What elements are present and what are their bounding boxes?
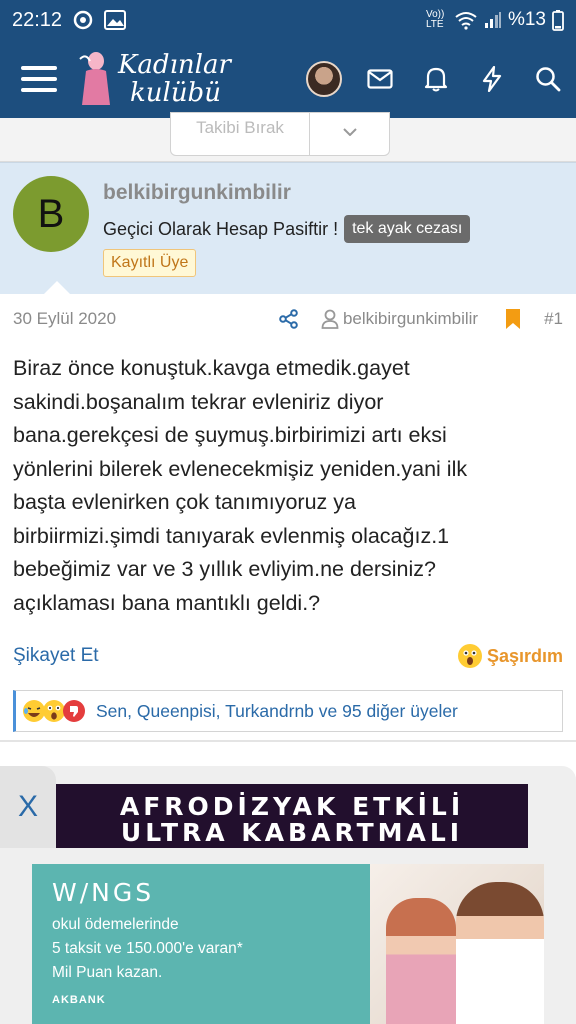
react-label: Şaşırdım xyxy=(486,645,563,666)
post-number[interactable]: #1 xyxy=(544,309,563,329)
ad-line-2: 5 taksit ve 150.000'e varan* xyxy=(52,940,243,957)
wifi-icon xyxy=(454,10,478,30)
network-label: Vo)) LTE xyxy=(425,9,445,30)
battery-icon xyxy=(552,9,564,31)
ad-banner-top[interactable]: AFRODİZYAK ETKİLİ ULTRA KABARTMALI xyxy=(56,784,528,850)
ad-banner-line1: AFRODİZYAK ETKİLİ xyxy=(119,792,465,821)
surprised-emoji-icon xyxy=(457,644,482,668)
post-actions: Şikayet Et Şaşırdım xyxy=(0,636,576,676)
ad-line-3: Mil Puan kazan. xyxy=(52,964,163,981)
avatar-initial: B xyxy=(37,191,65,236)
ad-bank: AKBANK xyxy=(52,994,106,1006)
post-line: açıklaması bana mantıklı geldi.? xyxy=(13,590,321,615)
signal-icon xyxy=(484,11,502,29)
whats-new-button[interactable] xyxy=(464,40,520,118)
user-card: B belkibirgunkimbilir Geçici Olarak Hesa… xyxy=(0,162,576,295)
meta-author[interactable]: belkibirgunkimbilir xyxy=(321,309,478,329)
user-icon xyxy=(321,309,339,329)
reactions-text[interactable]: Sen, Queenpisi, Turkandrnb ve 95 diğer ü… xyxy=(96,701,458,722)
report-link[interactable]: Şikayet Et xyxy=(13,645,99,667)
mail-icon xyxy=(367,69,393,89)
thumbs-down-icon xyxy=(63,700,85,722)
bookmark-button[interactable] xyxy=(506,309,521,329)
post-body: Biraz önce konuştuk.kavga etmedik.gayet … xyxy=(13,352,563,620)
post-line: birbiirmizi.şimdi tanıyarak evlenmiş ola… xyxy=(13,523,450,548)
site-logo[interactable]: Kadınlar kulübü xyxy=(78,40,231,118)
logo-line1: Kadınlar xyxy=(118,50,231,80)
post-divider xyxy=(0,740,576,742)
status-time: 22:12 xyxy=(12,8,63,31)
post-line: yönlerini bilerek evlenecekmişiz yeniden… xyxy=(13,456,468,481)
reactions-bar[interactable]: Sen, Queenpisi, Turkandrnb ve 95 diğer ü… xyxy=(13,690,563,732)
meta-author-name: belkibirgunkimbilir xyxy=(342,309,479,328)
app-header: Kadınlar kulübü xyxy=(0,40,576,118)
logo-line2: kulübü xyxy=(130,78,221,108)
react-button[interactable]: Şaşırdım xyxy=(457,643,563,669)
user-avatar[interactable]: B xyxy=(13,176,89,252)
unfollow-button[interactable]: Takibi Bırak xyxy=(170,112,310,156)
post-meta: 30 Eylül 2020 belkibirgunkimbilir #1 xyxy=(0,294,576,344)
bell-icon xyxy=(424,67,448,92)
avatar xyxy=(306,61,342,97)
status-bar: 22:12 Vo)) LTE %13 xyxy=(0,0,576,40)
ad-banner-line2: ULTRA KABARTMALI xyxy=(120,818,464,847)
search-icon xyxy=(536,67,561,92)
ad-line-1: okul ödemelerinde xyxy=(52,916,179,933)
ad-close-button[interactable]: X xyxy=(0,784,56,830)
member-badge: Kayıtlı Üye xyxy=(103,249,197,277)
search-button[interactable] xyxy=(520,40,576,118)
unfollow-label: Takibi Bırak xyxy=(196,118,284,137)
penalty-badge: tek ayak cezası xyxy=(344,215,471,243)
ad-photo-child xyxy=(386,898,456,1024)
chevron-down-icon xyxy=(342,128,357,136)
post-line: bana.gerekçesi de şuymuş.birbirimizi art… xyxy=(13,423,447,447)
post-line: bebeğimiz var ve 3 yıllık evliyim.ne der… xyxy=(13,557,436,581)
sync-icon xyxy=(72,9,94,31)
user-status: Geçici Olarak Hesap Pasiftir ! tek ayak … xyxy=(103,215,471,243)
battery-level: %13 xyxy=(507,9,546,30)
ad-photo xyxy=(370,864,544,1024)
image-icon xyxy=(104,10,127,30)
username[interactable]: belkibirgunkimbilir xyxy=(103,181,291,205)
post-line: Biraz önce konuştuk.kavga etmedik.gayet xyxy=(13,356,410,380)
bolt-icon xyxy=(482,66,502,92)
menu-icon xyxy=(21,66,57,92)
post-line: sakindi.boşanalım tekrar evleniriz diyor xyxy=(13,389,384,414)
post-line: başta evlenirken çok tanımıyoruz ya xyxy=(13,490,356,514)
logo-figure-icon xyxy=(79,52,110,105)
alerts-button[interactable] xyxy=(408,40,464,118)
bookmark-icon xyxy=(506,309,521,329)
profile-button[interactable] xyxy=(296,40,352,118)
share-button[interactable] xyxy=(279,309,299,329)
ad-photo-mother xyxy=(456,882,544,1024)
card-pointer xyxy=(43,281,71,295)
user-status-text: Geçici Olarak Hesap Pasiftir ! xyxy=(103,218,339,239)
follow-dropdown-button[interactable] xyxy=(310,112,390,156)
inbox-button[interactable] xyxy=(352,40,408,118)
ad-main[interactable]: W/NGS okul ödemelerinde 5 taksit ve 150.… xyxy=(32,864,544,1024)
share-icon xyxy=(279,309,298,329)
reaction-icons xyxy=(22,699,86,723)
post-date[interactable]: 30 Eylül 2020 xyxy=(13,309,116,329)
ad-brand: W/NGS xyxy=(52,878,155,907)
follow-strip: Takibi Bırak xyxy=(0,112,576,162)
menu-button[interactable] xyxy=(0,40,78,118)
